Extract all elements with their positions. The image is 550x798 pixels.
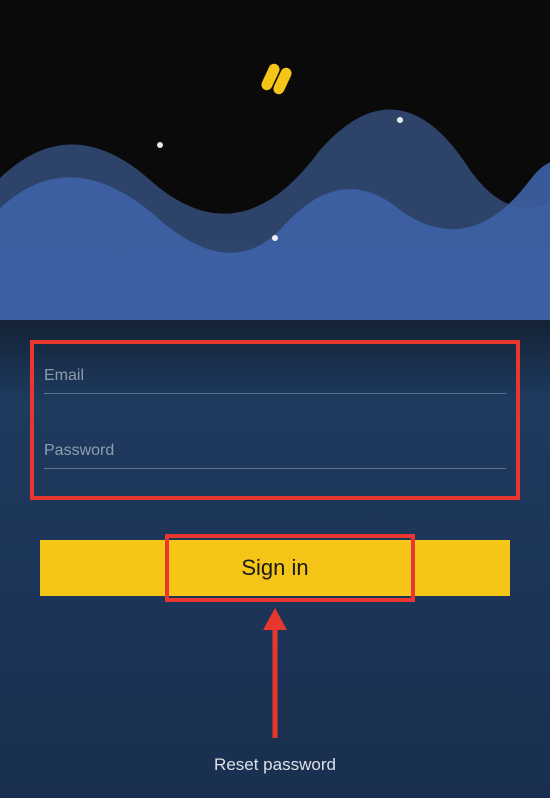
- reset-password-link[interactable]: Reset password: [214, 755, 336, 775]
- signin-button[interactable]: Sign in: [40, 540, 510, 596]
- signin-button-container: Sign in: [40, 540, 510, 596]
- arrow-up-icon: [260, 608, 290, 738]
- password-field[interactable]: [44, 434, 506, 469]
- annotation-arrow: [260, 608, 290, 738]
- email-field[interactable]: [44, 359, 506, 394]
- wave-graphic-icon: [0, 0, 550, 320]
- password-input-group: [44, 434, 506, 469]
- app-logo-icon: [251, 55, 299, 103]
- app-logo: [251, 55, 299, 108]
- decorative-wave-background: [0, 0, 550, 300]
- email-input-group: [44, 359, 506, 394]
- login-form-highlight-box: [30, 340, 520, 500]
